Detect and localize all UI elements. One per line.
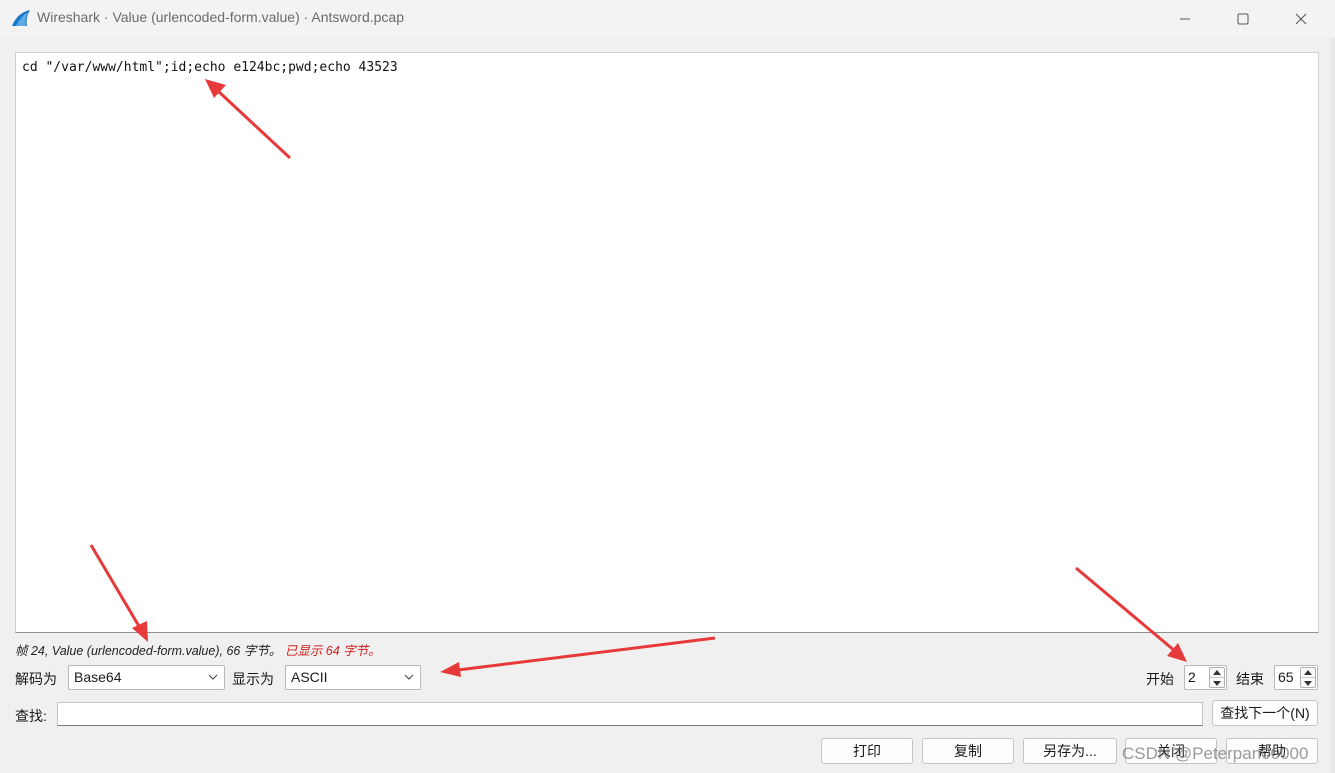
- status-frame-info: 帧 24, Value (urlencoded-form.value), 66 …: [15, 644, 282, 658]
- decoded-content-area[interactable]: cd "/var/www/html";id;echo e124bc;pwd;ec…: [15, 52, 1319, 633]
- close-window-button[interactable]: [1272, 0, 1330, 38]
- window-title: Wireshark · Value (urlencoded-form.value…: [37, 9, 405, 25]
- find-input[interactable]: [57, 702, 1203, 726]
- decode-as-select[interactable]: Base64: [68, 665, 225, 690]
- decode-as-value: Base64: [74, 669, 122, 685]
- window-edge: [1331, 38, 1335, 773]
- end-value: 65: [1278, 669, 1294, 685]
- find-next-button[interactable]: 查找下一个(N): [1212, 700, 1318, 726]
- chevron-down-icon: [404, 674, 414, 680]
- caret-down-icon: [1213, 680, 1221, 686]
- caret-up-icon: [1304, 670, 1312, 675]
- print-button[interactable]: 打印: [821, 738, 913, 764]
- copy-button[interactable]: 复制: [922, 738, 1014, 764]
- start-label: 开始: [1146, 671, 1174, 687]
- maximize-icon: [1237, 13, 1249, 25]
- spin-up-button[interactable]: [1210, 668, 1224, 678]
- spin-up-button[interactable]: [1301, 668, 1315, 678]
- display-as-label: 显示为: [232, 671, 274, 687]
- spin-down-button[interactable]: [1301, 678, 1315, 688]
- display-as-value: ASCII: [291, 669, 328, 685]
- find-label: 查找:: [15, 708, 47, 724]
- display-as-select[interactable]: ASCII: [285, 665, 421, 690]
- decoded-content-text: cd "/var/www/html";id;echo e124bc;pwd;ec…: [22, 60, 398, 75]
- start-spinbox[interactable]: 2: [1184, 665, 1227, 690]
- status-line: 帧 24, Value (urlencoded-form.value), 66 …: [15, 640, 381, 659]
- wireshark-fin-icon: [12, 10, 30, 26]
- start-value: 2: [1188, 669, 1196, 685]
- end-spinbox[interactable]: 65: [1274, 665, 1318, 690]
- end-spin-buttons: [1300, 667, 1316, 688]
- csdn-watermark: CSDN @Peterpan00000: [1122, 744, 1309, 763]
- title-bar: Wireshark · Value (urlencoded-form.value…: [0, 0, 1335, 38]
- caret-up-icon: [1213, 670, 1221, 675]
- save-as-button[interactable]: 另存为...: [1023, 738, 1117, 764]
- status-shown-bytes: 已显示 64 字节。: [284, 644, 381, 658]
- caret-down-icon: [1304, 680, 1312, 686]
- minimize-button[interactable]: [1156, 0, 1214, 38]
- chevron-down-icon: [208, 674, 218, 680]
- decode-as-label: 解码为: [15, 671, 57, 687]
- start-spin-buttons: [1209, 667, 1225, 688]
- end-label: 结束: [1236, 671, 1264, 687]
- close-icon: [1295, 13, 1307, 25]
- maximize-button[interactable]: [1214, 0, 1272, 38]
- spin-down-button[interactable]: [1210, 678, 1224, 688]
- minimize-icon: [1180, 18, 1190, 20]
